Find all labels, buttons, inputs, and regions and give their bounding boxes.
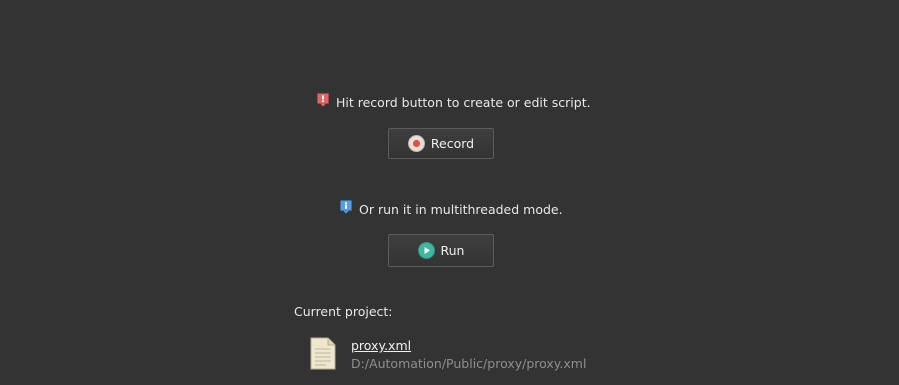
record-icon	[407, 135, 425, 152]
record-button[interactable]: Record	[388, 128, 494, 159]
red-info-icon	[317, 92, 329, 107]
project-file-link[interactable]: proxy.xml	[351, 338, 411, 353]
blue-info-icon	[340, 199, 352, 214]
record-hint: Hit record button to create or edit scri…	[317, 92, 591, 110]
current-project-label: Current project:	[294, 304, 393, 319]
record-hint-text: Hit record button to create or edit scri…	[336, 95, 591, 110]
document-icon	[310, 337, 336, 370]
project-file-path: D:/Automation/Public/proxy/proxy.xml	[351, 356, 587, 371]
run-hint-text: Or run it in multithreaded mode.	[359, 202, 563, 217]
play-icon	[417, 242, 435, 259]
run-button-label: Run	[440, 243, 465, 258]
run-hint: Or run it in multithreaded mode.	[340, 199, 563, 217]
run-button[interactable]: Run	[388, 234, 494, 267]
record-button-label: Record	[430, 136, 475, 151]
